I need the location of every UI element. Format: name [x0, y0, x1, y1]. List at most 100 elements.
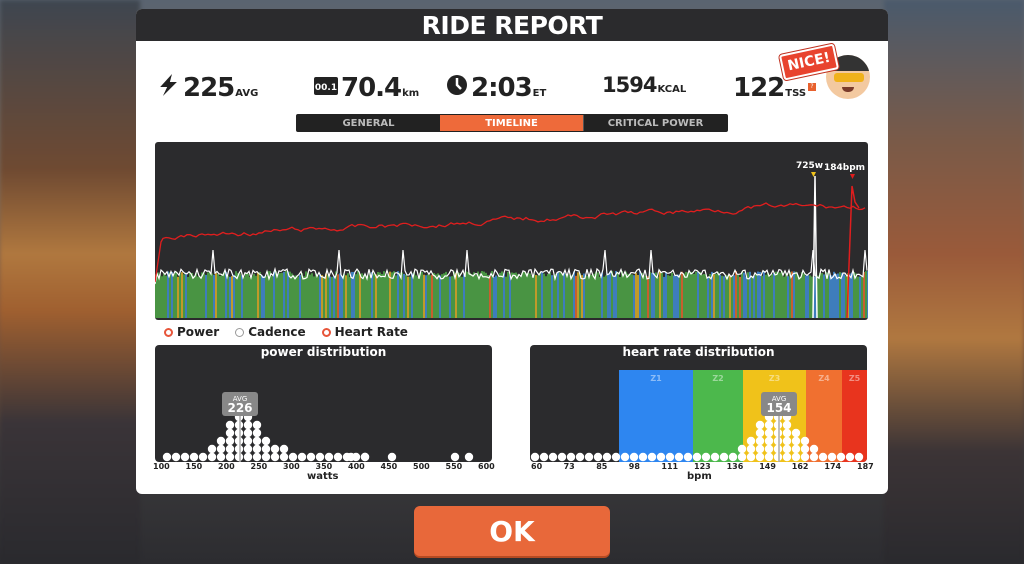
hr-axis-tick: 123	[694, 462, 711, 471]
hr-dist-dot	[854, 452, 864, 462]
zone-bar	[663, 276, 665, 318]
zone-bar	[219, 276, 221, 318]
hr-axis-tick: 98	[628, 462, 640, 471]
zone-bar	[737, 274, 739, 318]
zone-bar	[207, 272, 209, 318]
zone-bar	[579, 273, 581, 318]
zone-bar	[161, 276, 163, 318]
zone-bar	[855, 273, 857, 318]
zone-bar	[483, 271, 485, 318]
zone-bar	[179, 273, 181, 318]
cadence-toggle-icon	[235, 327, 245, 337]
zone-bar	[495, 275, 497, 318]
hr-dist-dot	[602, 452, 612, 462]
zone-bar	[793, 271, 795, 318]
hr-avg-value: 154	[766, 401, 791, 415]
zone-bar	[657, 276, 659, 318]
zone-bar	[705, 274, 707, 318]
power-axis-tick: 100	[153, 462, 170, 471]
hr-dist-dot	[773, 452, 783, 462]
hr-dist-dot	[782, 420, 792, 430]
zone-bar	[375, 274, 377, 318]
zone-bar	[489, 276, 491, 318]
tss-info-icon[interactable]: ?	[808, 83, 816, 91]
ok-button[interactable]: OK	[414, 506, 610, 556]
tab-timeline[interactable]: TIMELINE	[440, 115, 583, 131]
power-dist-dot	[279, 444, 289, 454]
zone-bar	[473, 272, 475, 318]
hr-dist-dot	[791, 428, 801, 438]
hr-dist-dot	[629, 452, 639, 462]
zone-bar	[391, 272, 393, 318]
zone-bar	[675, 275, 677, 318]
legend-cadence[interactable]: Cadence	[235, 325, 306, 339]
zone-bar	[843, 274, 845, 318]
zone-bar	[307, 272, 309, 318]
zone-bar	[239, 273, 241, 318]
power-dist-dot	[216, 436, 226, 446]
zone-bar	[395, 275, 397, 318]
stat-power: 225 AVG	[160, 73, 258, 103]
zone-bar	[807, 275, 809, 318]
zone-bar	[671, 272, 673, 318]
timeline-chart[interactable]: 725w 184bpm	[155, 142, 868, 320]
zone-bar	[567, 274, 569, 318]
hr-dist-dot	[566, 452, 576, 462]
power-dist-dot	[180, 452, 190, 462]
zone-bar	[725, 274, 727, 318]
zone-bar	[301, 273, 303, 318]
tab-general[interactable]: GENERAL	[297, 115, 440, 131]
zone-bar	[419, 273, 421, 318]
zone-bar	[377, 271, 379, 318]
zone-bar	[539, 272, 541, 318]
zone-bar	[729, 275, 731, 318]
zone-bar	[545, 276, 547, 318]
zone-bar	[521, 273, 523, 318]
tab-critical-power[interactable]: CRITICAL POWER	[583, 115, 727, 131]
hr-dist-dot	[764, 420, 774, 430]
zone-bar	[629, 273, 631, 318]
zone-bar	[577, 272, 579, 318]
zone-bar	[591, 274, 593, 318]
zone-bar	[503, 273, 505, 318]
power-axis-tick: 300	[283, 462, 300, 471]
zone-bar	[819, 273, 821, 318]
zone-bar	[303, 276, 305, 318]
hr-dist-dot	[656, 452, 666, 462]
zone-bar	[289, 271, 291, 318]
zone-bar	[779, 272, 781, 318]
zone-bar	[649, 272, 651, 318]
zone-bar	[849, 273, 851, 318]
zone-bar	[559, 272, 561, 318]
zone-bar	[497, 276, 499, 318]
zone-bar	[221, 273, 223, 318]
zone-bar	[485, 272, 487, 318]
hr-dist-dot	[800, 452, 810, 462]
zone-bar	[471, 274, 473, 318]
power-dist-dot	[234, 444, 244, 454]
power-dist-dot	[234, 436, 244, 446]
hr-dist-dot	[683, 452, 693, 462]
zone-bar	[731, 276, 733, 318]
heart-rate-toggle-icon	[321, 327, 331, 337]
legend-heart-rate[interactable]: Heart Rate	[321, 325, 408, 339]
hr-peak-label: 184bpm	[824, 163, 865, 173]
power-dist-dot	[333, 452, 343, 462]
zone-bar	[443, 273, 445, 318]
zone-bar	[327, 275, 329, 318]
zone-bar	[685, 271, 687, 318]
zone-bar	[193, 275, 195, 318]
zone-bar	[637, 274, 639, 318]
power-dist-dot	[261, 444, 271, 454]
zone-bar	[253, 273, 255, 318]
zone-bar	[713, 274, 715, 318]
zone-bar	[227, 275, 229, 318]
zone-bar	[447, 276, 449, 318]
zone-bar	[247, 273, 249, 318]
zone-bar	[651, 272, 653, 318]
hr-dist-dot	[647, 452, 657, 462]
zone-bar	[647, 276, 649, 318]
zone-bar	[461, 276, 463, 318]
power-dist-dot	[252, 428, 262, 438]
legend-power[interactable]: Power	[164, 325, 219, 339]
